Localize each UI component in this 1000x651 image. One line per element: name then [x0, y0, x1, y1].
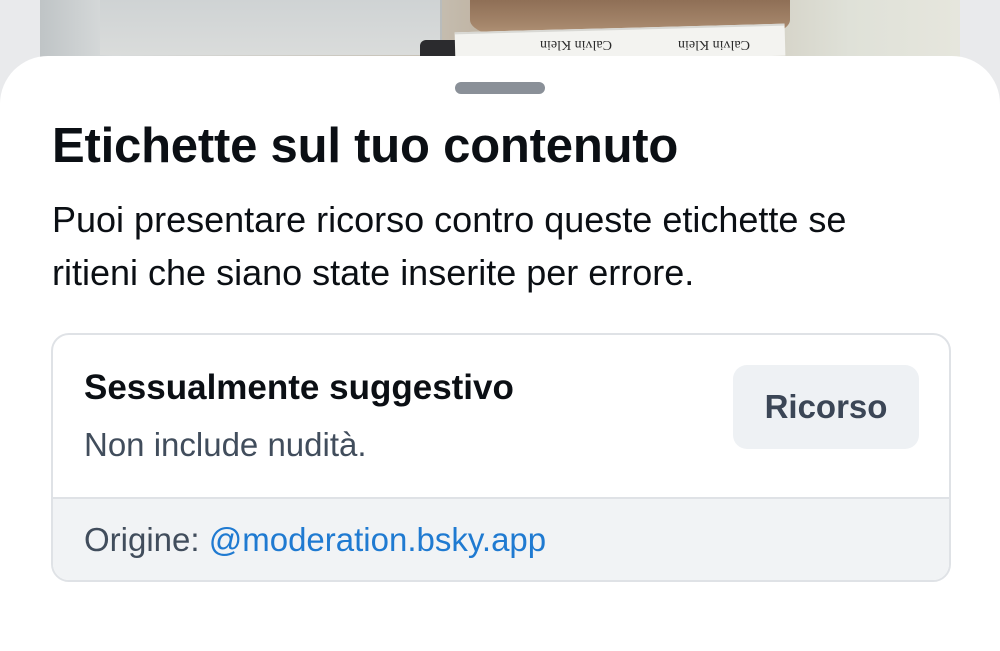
source-handle-link[interactable]: @moderation.bsky.app: [209, 521, 546, 558]
screen: Calvin Klein Calvin Klein Etichette sul …: [0, 0, 1000, 651]
background-window: [100, 0, 442, 55]
sheet-description: Puoi presentare ricorso contro queste et…: [52, 199, 847, 293]
background-brand-text: Calvin Klein: [678, 37, 750, 52]
label-card: Sessualmente suggestivo Non include nudi…: [51, 333, 951, 582]
label-card-body: Sessualmente suggestivo Non include nudi…: [53, 335, 949, 497]
sheet-drag-handle[interactable]: [455, 82, 545, 94]
bottom-sheet: Etichette sul tuo contenuto Puoi present…: [0, 56, 1000, 651]
background-brand-text: Calvin Klein: [540, 37, 612, 52]
appeal-button[interactable]: Ricorso: [733, 365, 919, 449]
label-description: Non include nudità.: [84, 426, 367, 463]
sheet-title: Etichette sul tuo contenuto: [52, 119, 679, 173]
label-name: Sessualmente suggestivo: [84, 368, 514, 407]
label-source: Origine: @moderation.bsky.app: [84, 521, 546, 559]
source-prefix: Origine:: [84, 521, 200, 558]
label-source-footer: Origine: @moderation.bsky.app: [53, 497, 949, 580]
